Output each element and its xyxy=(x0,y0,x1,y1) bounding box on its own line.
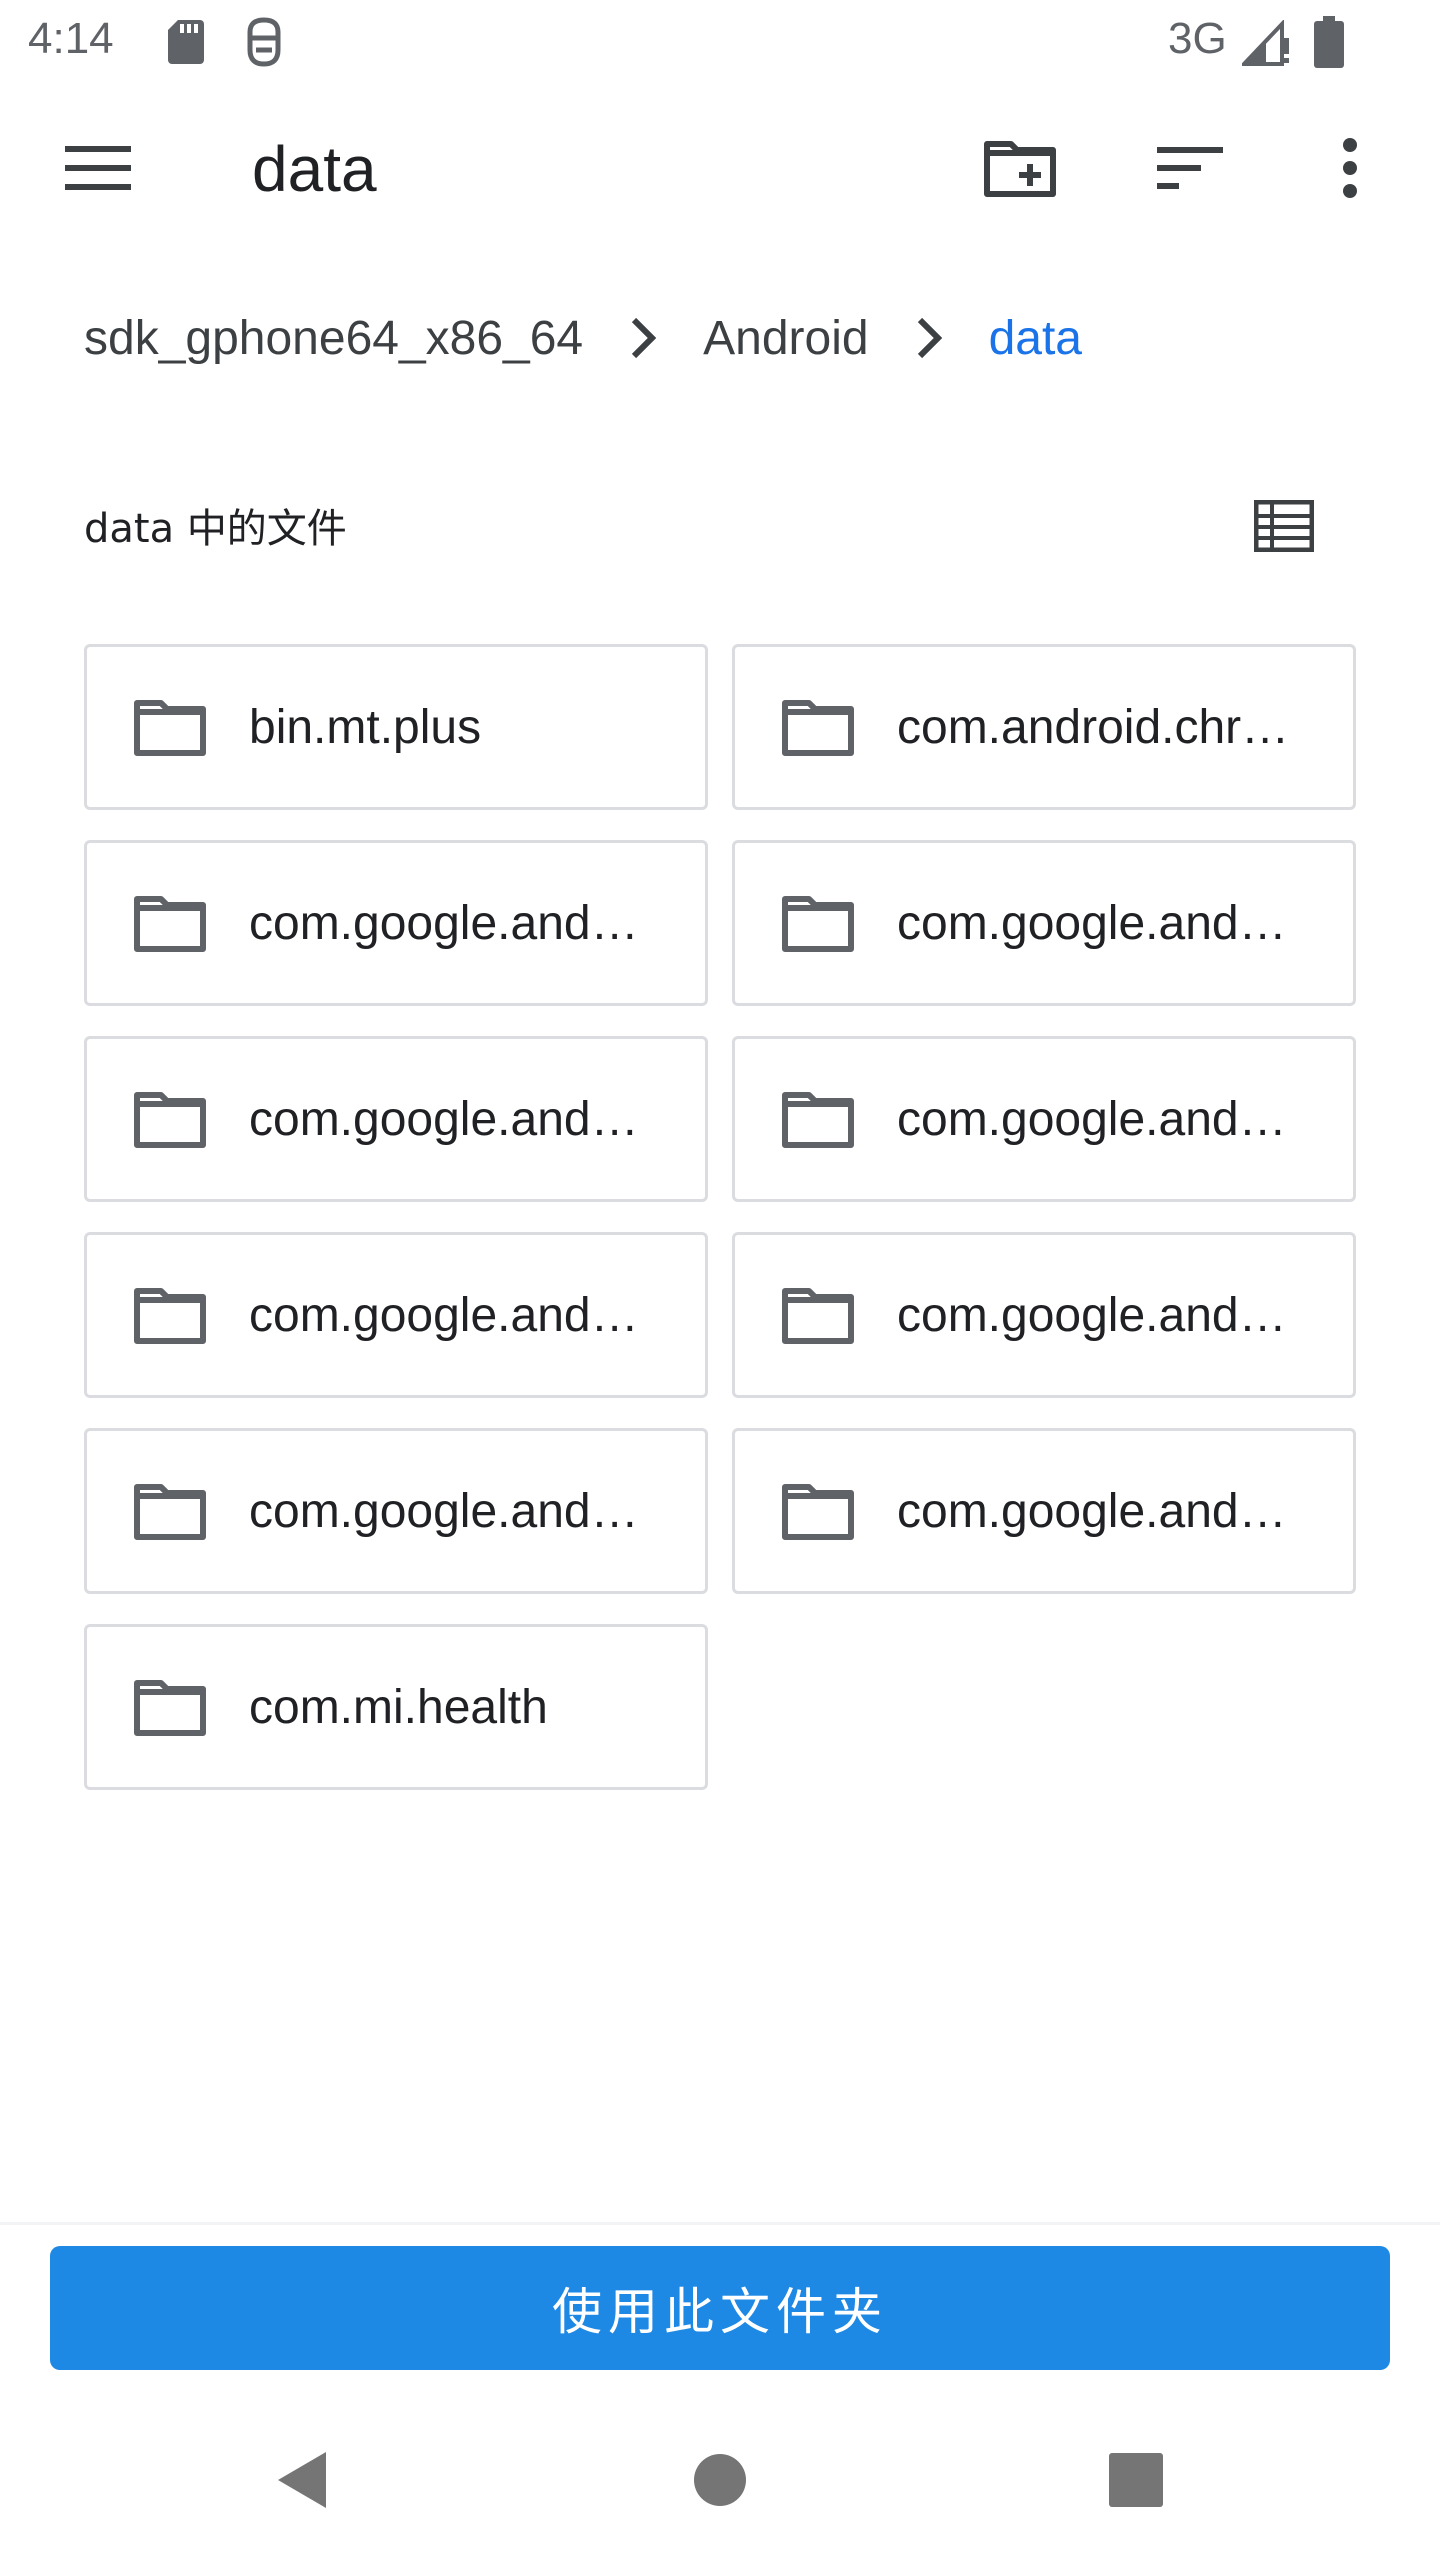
chevron-right-icon xyxy=(905,314,953,362)
section-title: data 中的文件 xyxy=(84,506,347,552)
more-vert-icon xyxy=(1343,138,1357,198)
folder-item[interactable]: com.android.chr… xyxy=(732,644,1356,810)
breadcrumb-item-android[interactable]: Android xyxy=(703,311,868,366)
list-view-toggle-button[interactable] xyxy=(1248,490,1320,562)
status-bar: 4:14 3G xyxy=(0,0,1440,84)
more-options-button[interactable] xyxy=(1302,120,1398,216)
navigation-bar xyxy=(0,2400,1440,2560)
chevron-right-icon xyxy=(619,314,667,362)
breadcrumb-item-root[interactable]: sdk_gphone64_x86_64 xyxy=(84,311,583,366)
folder-grid: bin.mt.plus com.android.chr… com.google.an… xyxy=(84,644,1356,1790)
folder-name: com.android.chr… xyxy=(897,700,1290,754)
page-title: data xyxy=(252,133,377,205)
folder-name: com.mi.health xyxy=(249,1680,548,1734)
sd-card-icon xyxy=(166,18,206,70)
folder-name: com.google.andr… xyxy=(897,1484,1297,1538)
sort-icon xyxy=(1157,147,1223,189)
folder-icon xyxy=(779,688,857,766)
folder-icon xyxy=(779,884,857,962)
folder-item[interactable]: com.google.andr… xyxy=(732,1428,1356,1594)
sort-button[interactable] xyxy=(1142,120,1238,216)
breadcrumb: sdk_gphone64_x86_64 Android data xyxy=(84,290,1082,386)
home-circle-icon xyxy=(694,2454,746,2506)
status-time: 4:14 xyxy=(28,14,114,63)
menu-button[interactable] xyxy=(50,120,146,216)
recents-square-icon xyxy=(1109,2453,1163,2507)
folder-icon xyxy=(131,1080,209,1158)
new-folder-button[interactable] xyxy=(972,120,1068,216)
folder-icon xyxy=(779,1080,857,1158)
folder-item[interactable]: com.google.andr… xyxy=(732,1036,1356,1202)
folder-icon xyxy=(131,1668,209,1746)
folder-icon xyxy=(131,1472,209,1550)
folder-name: com.google.andr… xyxy=(249,1288,649,1342)
menu-icon xyxy=(65,146,131,190)
folder-icon xyxy=(131,1276,209,1354)
folder-name: com.google.andr… xyxy=(897,896,1297,950)
home-button[interactable] xyxy=(664,2424,776,2536)
folder-icon xyxy=(131,688,209,766)
folder-icon xyxy=(131,884,209,962)
folder-item[interactable]: com.google.andr… xyxy=(84,1428,708,1594)
network-type-label: 3G xyxy=(1168,14,1227,63)
create-folder-icon xyxy=(984,141,1056,197)
folder-name: bin.mt.plus xyxy=(249,700,482,754)
folder-name: com.google.andr… xyxy=(897,1288,1297,1342)
folder-item[interactable]: com.google.andr… xyxy=(732,840,1356,1006)
folder-item[interactable]: com.google.andr… xyxy=(84,1232,708,1398)
battery-icon xyxy=(1314,16,1344,72)
folder-name: com.google.andr… xyxy=(249,1484,649,1538)
section-header: data 中的文件 xyxy=(84,490,1356,562)
breadcrumb-item-data[interactable]: data xyxy=(989,311,1082,366)
folder-item[interactable]: com.google.andr… xyxy=(732,1232,1356,1398)
folder-name: com.google.andr… xyxy=(897,1092,1297,1146)
folder-item[interactable]: com.mi.health xyxy=(84,1624,708,1790)
recents-button[interactable] xyxy=(1080,2424,1192,2536)
folder-item[interactable]: bin.mt.plus xyxy=(84,644,708,810)
signal-icon xyxy=(1239,18,1292,70)
folder-name: com.google.andr… xyxy=(249,896,649,950)
toolbar: data xyxy=(0,84,1440,252)
folder-item[interactable]: com.google.andr… xyxy=(84,1036,708,1202)
use-this-folder-button[interactable]: 使用此文件夹 xyxy=(50,2246,1390,2370)
folder-icon xyxy=(779,1276,857,1354)
folder-name: com.google.andr… xyxy=(249,1092,649,1146)
folder-item[interactable]: com.google.andr… xyxy=(84,840,708,1006)
debug-icon xyxy=(242,16,286,72)
back-triangle-icon xyxy=(278,2452,326,2508)
list-view-icon xyxy=(1254,500,1314,552)
back-button[interactable] xyxy=(246,2424,358,2536)
folder-icon xyxy=(779,1472,857,1550)
bottom-divider xyxy=(0,2222,1440,2225)
